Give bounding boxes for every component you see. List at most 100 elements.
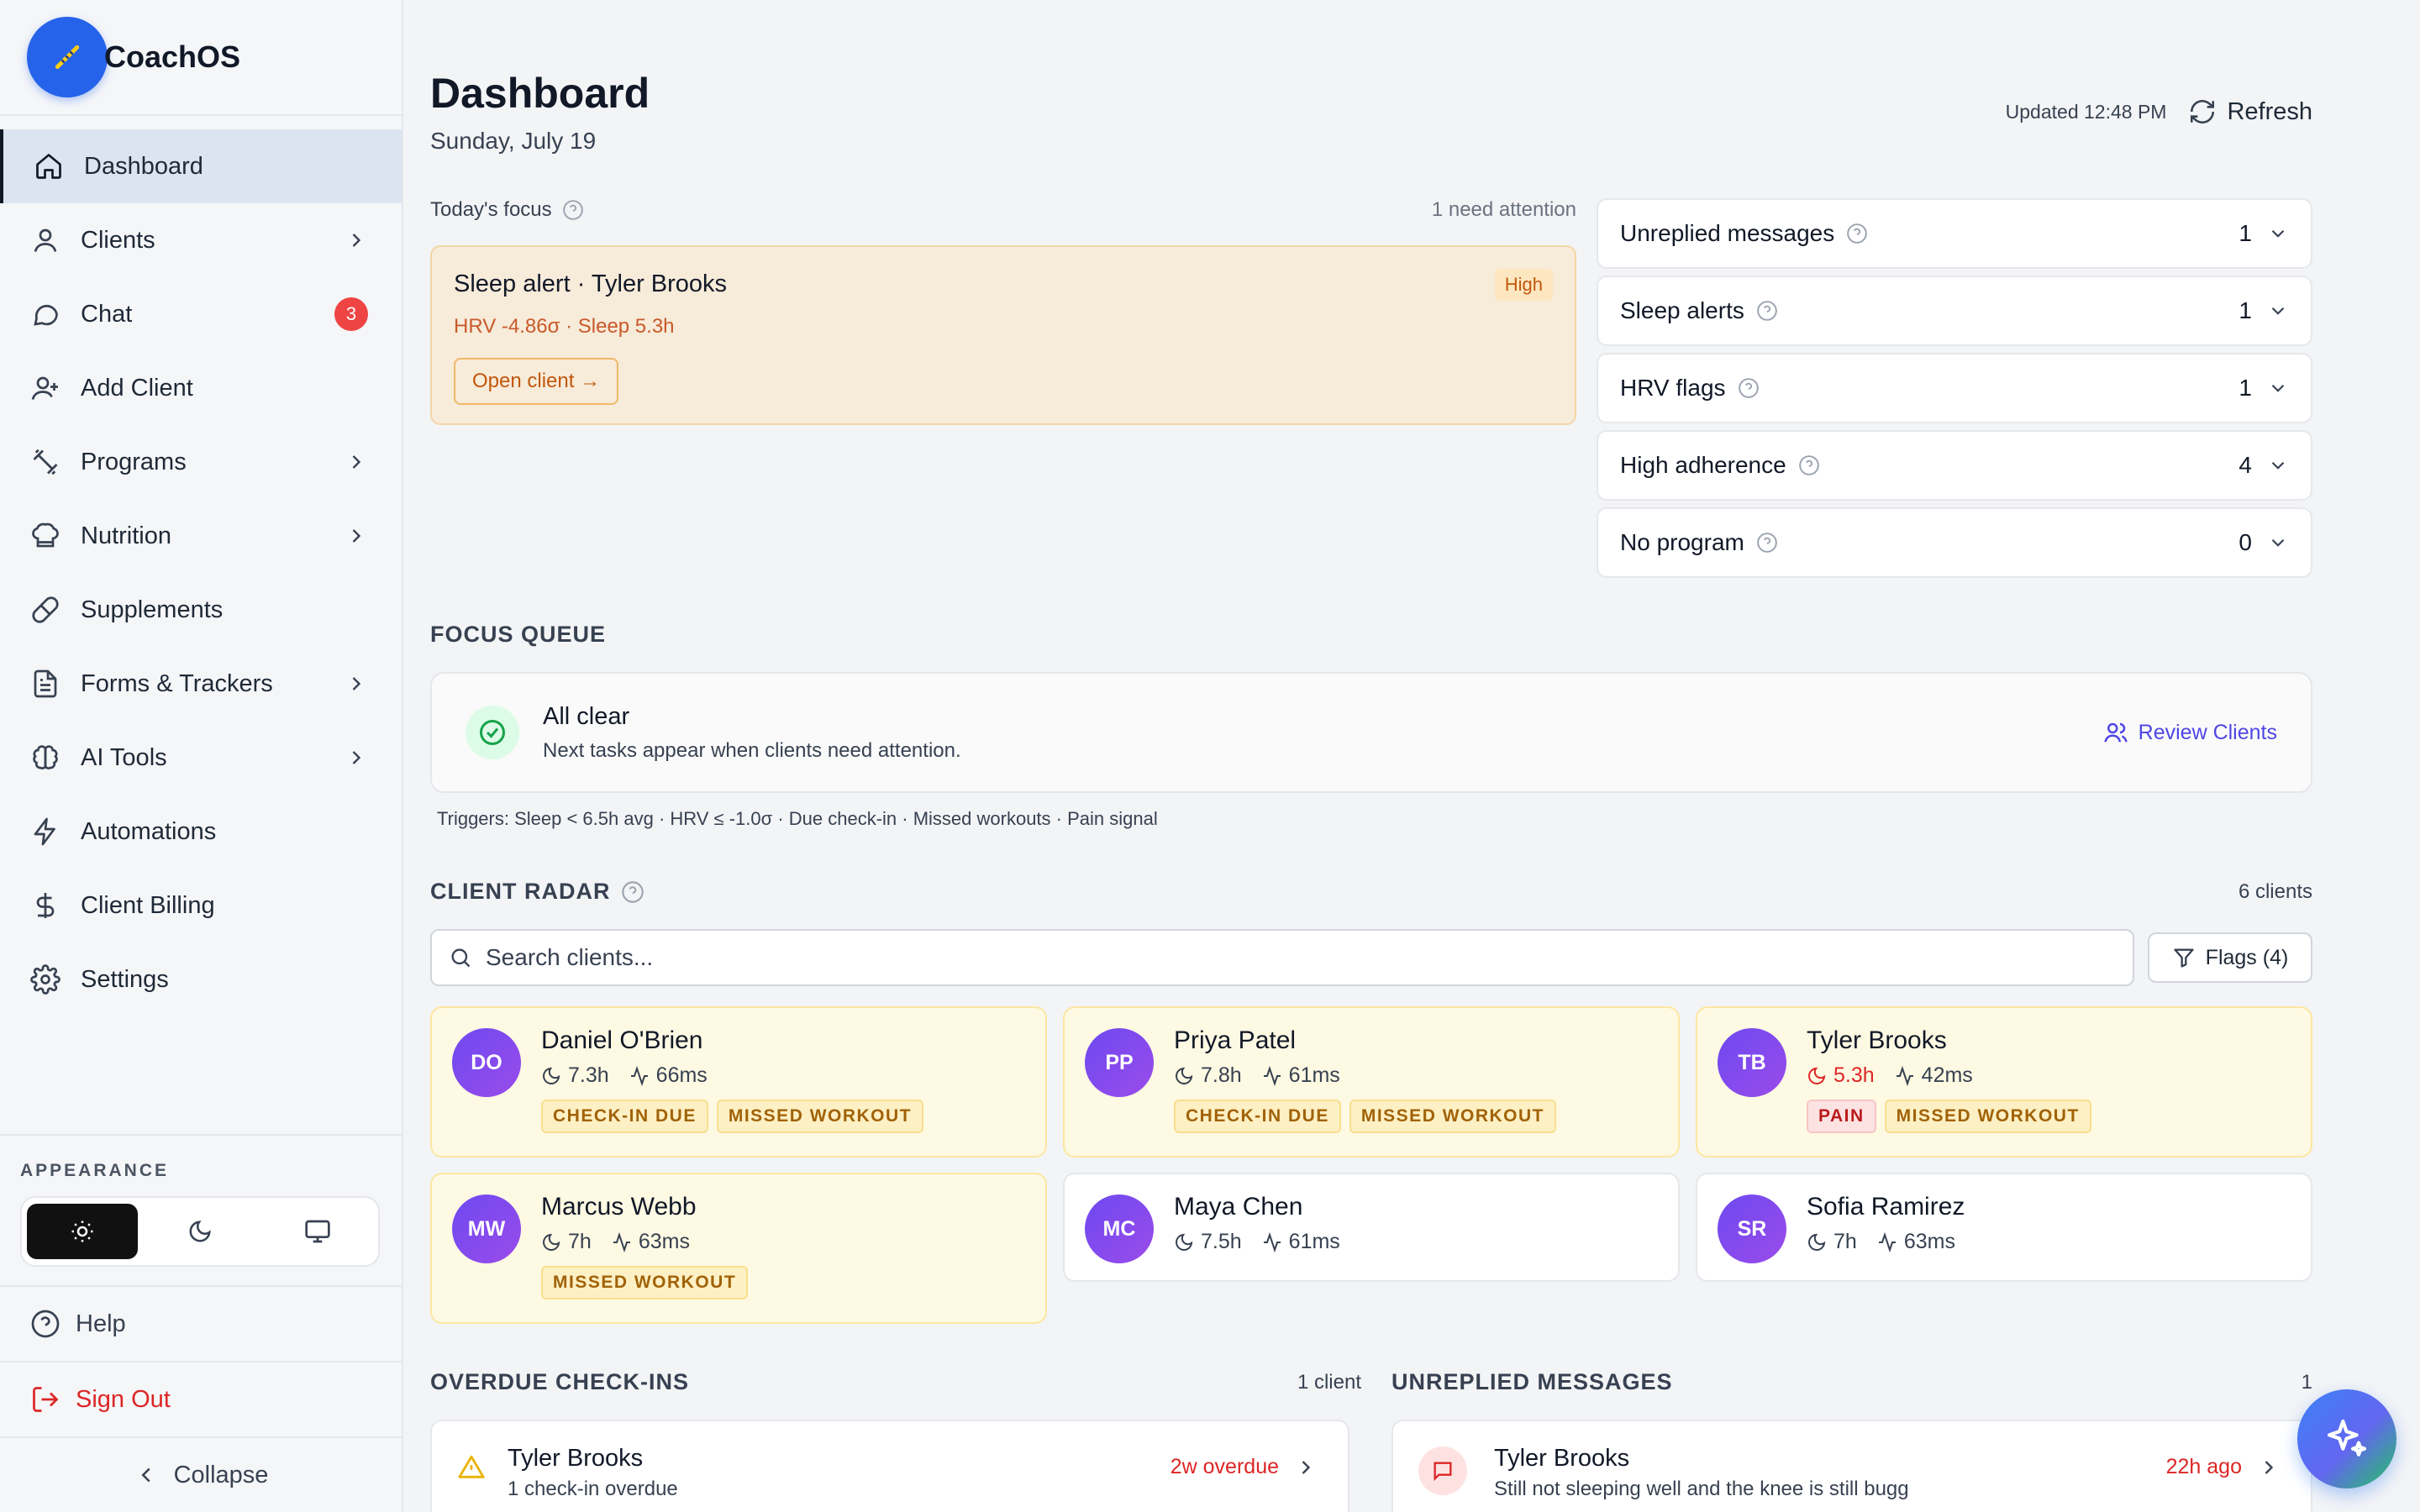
sidebar-item-forms-trackers[interactable]: Forms & Trackers	[0, 647, 402, 721]
collapse-label: Collapse	[173, 1461, 269, 1488]
help-circle-icon	[29, 1307, 62, 1341]
client-stats: 7.3h 66ms	[541, 1063, 1045, 1088]
sign-out-label: Sign Out	[76, 1385, 171, 1413]
activity-icon	[1896, 1065, 1913, 1086]
sidebar-item-label: Dashboard	[84, 152, 203, 180]
client-name: Maya Chen	[1174, 1193, 1303, 1221]
sidebar-item-chat[interactable]: Chat 3	[0, 277, 402, 351]
metric-no-program[interactable]: No program 0	[1597, 507, 2312, 578]
hrv-value: 66ms	[655, 1063, 708, 1087]
activity-icon	[1878, 1231, 1896, 1252]
moon-icon	[1808, 1067, 1826, 1084]
chevron-right-icon	[352, 677, 361, 690]
sidebar-item-label: Automations	[81, 817, 217, 845]
sidebar-item-label: Chat	[81, 300, 133, 328]
client-card-sofia-ramirez[interactable]: SR Sofia Ramirez 7h 63ms	[1696, 1173, 2312, 1282]
sleep-value: 7.8h	[1201, 1063, 1242, 1087]
unreplied-message-item[interactable]: Tyler Brooks Still not sleeping well and…	[1392, 1420, 2312, 1512]
alert-title: Sleep alert · Tyler Brooks	[454, 270, 728, 297]
help-circle-icon[interactable]	[562, 199, 584, 221]
theme-toggle	[20, 1196, 380, 1267]
open-client-button[interactable]: Open client →	[454, 358, 619, 405]
metric-hrv-flags[interactable]: HRV flags 1	[1597, 353, 2312, 423]
sun-icon	[71, 1221, 93, 1242]
search-input[interactable]	[486, 944, 2082, 971]
hrv-value: 63ms	[638, 1230, 690, 1253]
theme-system-button[interactable]	[262, 1204, 373, 1259]
sidebar-item-automations[interactable]: Automations	[0, 795, 402, 869]
sidebar-item-programs[interactable]: Programs	[0, 425, 402, 499]
activity-icon	[613, 1231, 630, 1252]
help-circle-icon[interactable]	[1756, 300, 1778, 322]
client-stats: 7.5h 61ms	[1174, 1230, 1678, 1254]
metric-value: 1	[2238, 375, 2252, 401]
client-card-tyler-brooks[interactable]: TB Tyler Brooks 5.3h 42ms PAIN MISSED WO…	[1696, 1006, 2312, 1158]
client-radar-header: CLIENT RADAR	[430, 879, 644, 905]
updated-timestamp: Updated 12:48 PM	[2005, 100, 2167, 123]
client-tags: MISSED WORKOUT	[541, 1266, 1045, 1299]
monitor-icon	[305, 1220, 330, 1243]
client-card-priya-patel[interactable]: PP Priya Patel 7.8h 61ms CHECK-IN DUE MI…	[1063, 1006, 1680, 1158]
sign-out-button[interactable]: Sign Out	[0, 1361, 402, 1436]
help-circle-icon[interactable]	[621, 880, 644, 904]
page-title: Dashboard	[430, 70, 650, 117]
flags-filter-button[interactable]: Flags (4)	[2148, 932, 2312, 983]
sidebar-item-label: Settings	[81, 965, 169, 993]
metric-sleep-alerts[interactable]: Sleep alerts 1	[1597, 276, 2312, 346]
metric-label: Sleep alerts	[1620, 297, 1744, 323]
theme-dark-button[interactable]	[145, 1204, 255, 1259]
refresh-button[interactable]: Refresh	[2188, 97, 2312, 126]
help-circle-icon[interactable]	[1756, 532, 1778, 554]
moon-icon	[1808, 1233, 1826, 1251]
theme-light-button[interactable]	[27, 1204, 138, 1259]
queue-status: All clear	[543, 702, 630, 730]
chat-unread-badge: 3	[334, 297, 368, 331]
client-card-daniel-obrien[interactable]: DO Daniel O'Brien 7.3h 66ms CHECK-IN DUE…	[430, 1006, 1047, 1158]
focus-queue-card: All clear Next tasks appear when clients…	[430, 672, 2312, 793]
sidebar-item-client-billing[interactable]: Client Billing	[0, 869, 402, 942]
overdue-checkin-item[interactable]: Tyler Brooks 1 check-in overdue 2w overd…	[430, 1420, 1349, 1512]
sidebar-item-nutrition[interactable]: Nutrition	[0, 499, 402, 573]
help-circle-icon[interactable]	[1738, 377, 1760, 399]
search-icon	[451, 948, 471, 968]
sidebar-item-dashboard[interactable]: Dashboard	[0, 129, 402, 203]
metric-unreplied-messages[interactable]: Unreplied messages 1	[1597, 198, 2312, 269]
collapse-button[interactable]: Collapse	[0, 1436, 402, 1512]
review-clients-button[interactable]: Review Clients	[2103, 720, 2277, 745]
client-stats: 7h 63ms	[1807, 1230, 2311, 1254]
client-count: 6 clients	[2238, 880, 2312, 903]
filter-icon	[2174, 948, 2194, 968]
chevron-right-icon	[352, 529, 361, 543]
sidebar-item-clients[interactable]: Clients	[0, 203, 402, 277]
chevron-right-icon	[1302, 1460, 1311, 1474]
sleep-value: 7.3h	[568, 1063, 609, 1087]
help-circle-icon[interactable]	[1846, 223, 1868, 244]
metric-label: Unreplied messages	[1620, 220, 1835, 246]
sidebar-item-supplements[interactable]: Supplements	[0, 573, 402, 647]
metric-label-group: Unreplied messages	[1620, 220, 2238, 247]
hrv-stat: 61ms	[1262, 1230, 1340, 1254]
client-name: Marcus Webb	[541, 1193, 697, 1221]
help-link[interactable]: Help	[0, 1285, 402, 1361]
overdue-detail: 1 check-in overdue	[508, 1478, 678, 1500]
metric-high-adherence[interactable]: High adherence 4	[1597, 430, 2312, 501]
client-card-marcus-webb[interactable]: MW Marcus Webb 7h 63ms MISSED WORKOUT	[430, 1173, 1047, 1324]
ai-assistant-button[interactable]	[2297, 1389, 2396, 1488]
log-out-icon	[29, 1383, 62, 1416]
client-card-maya-chen[interactable]: MC Maya Chen 7.5h 61ms	[1063, 1173, 1680, 1282]
sidebar-item-ai-tools[interactable]: AI Tools	[0, 721, 402, 795]
chevron-right-icon	[352, 234, 361, 247]
brand: CoachOS	[0, 0, 402, 116]
sidebar-item-add-client[interactable]: Add Client	[0, 351, 402, 425]
chevron-right-icon	[352, 751, 361, 764]
metric-list: Unreplied messages 1 Sleep alerts 1 HRV …	[1597, 198, 2312, 585]
sidebar-item-settings[interactable]: Settings	[0, 942, 402, 1016]
logo-icon[interactable]	[27, 17, 108, 97]
metric-value: 1	[2238, 297, 2252, 323]
avatar: DO	[452, 1028, 521, 1097]
tag-missed-workout: MISSED WORKOUT	[541, 1266, 749, 1299]
sleep-value: 5.3h	[1833, 1063, 1875, 1087]
client-radar-title: CLIENT RADAR	[430, 879, 611, 904]
tag-missed-workout: MISSED WORKOUT	[1349, 1100, 1557, 1133]
help-circle-icon[interactable]	[1798, 454, 1820, 476]
